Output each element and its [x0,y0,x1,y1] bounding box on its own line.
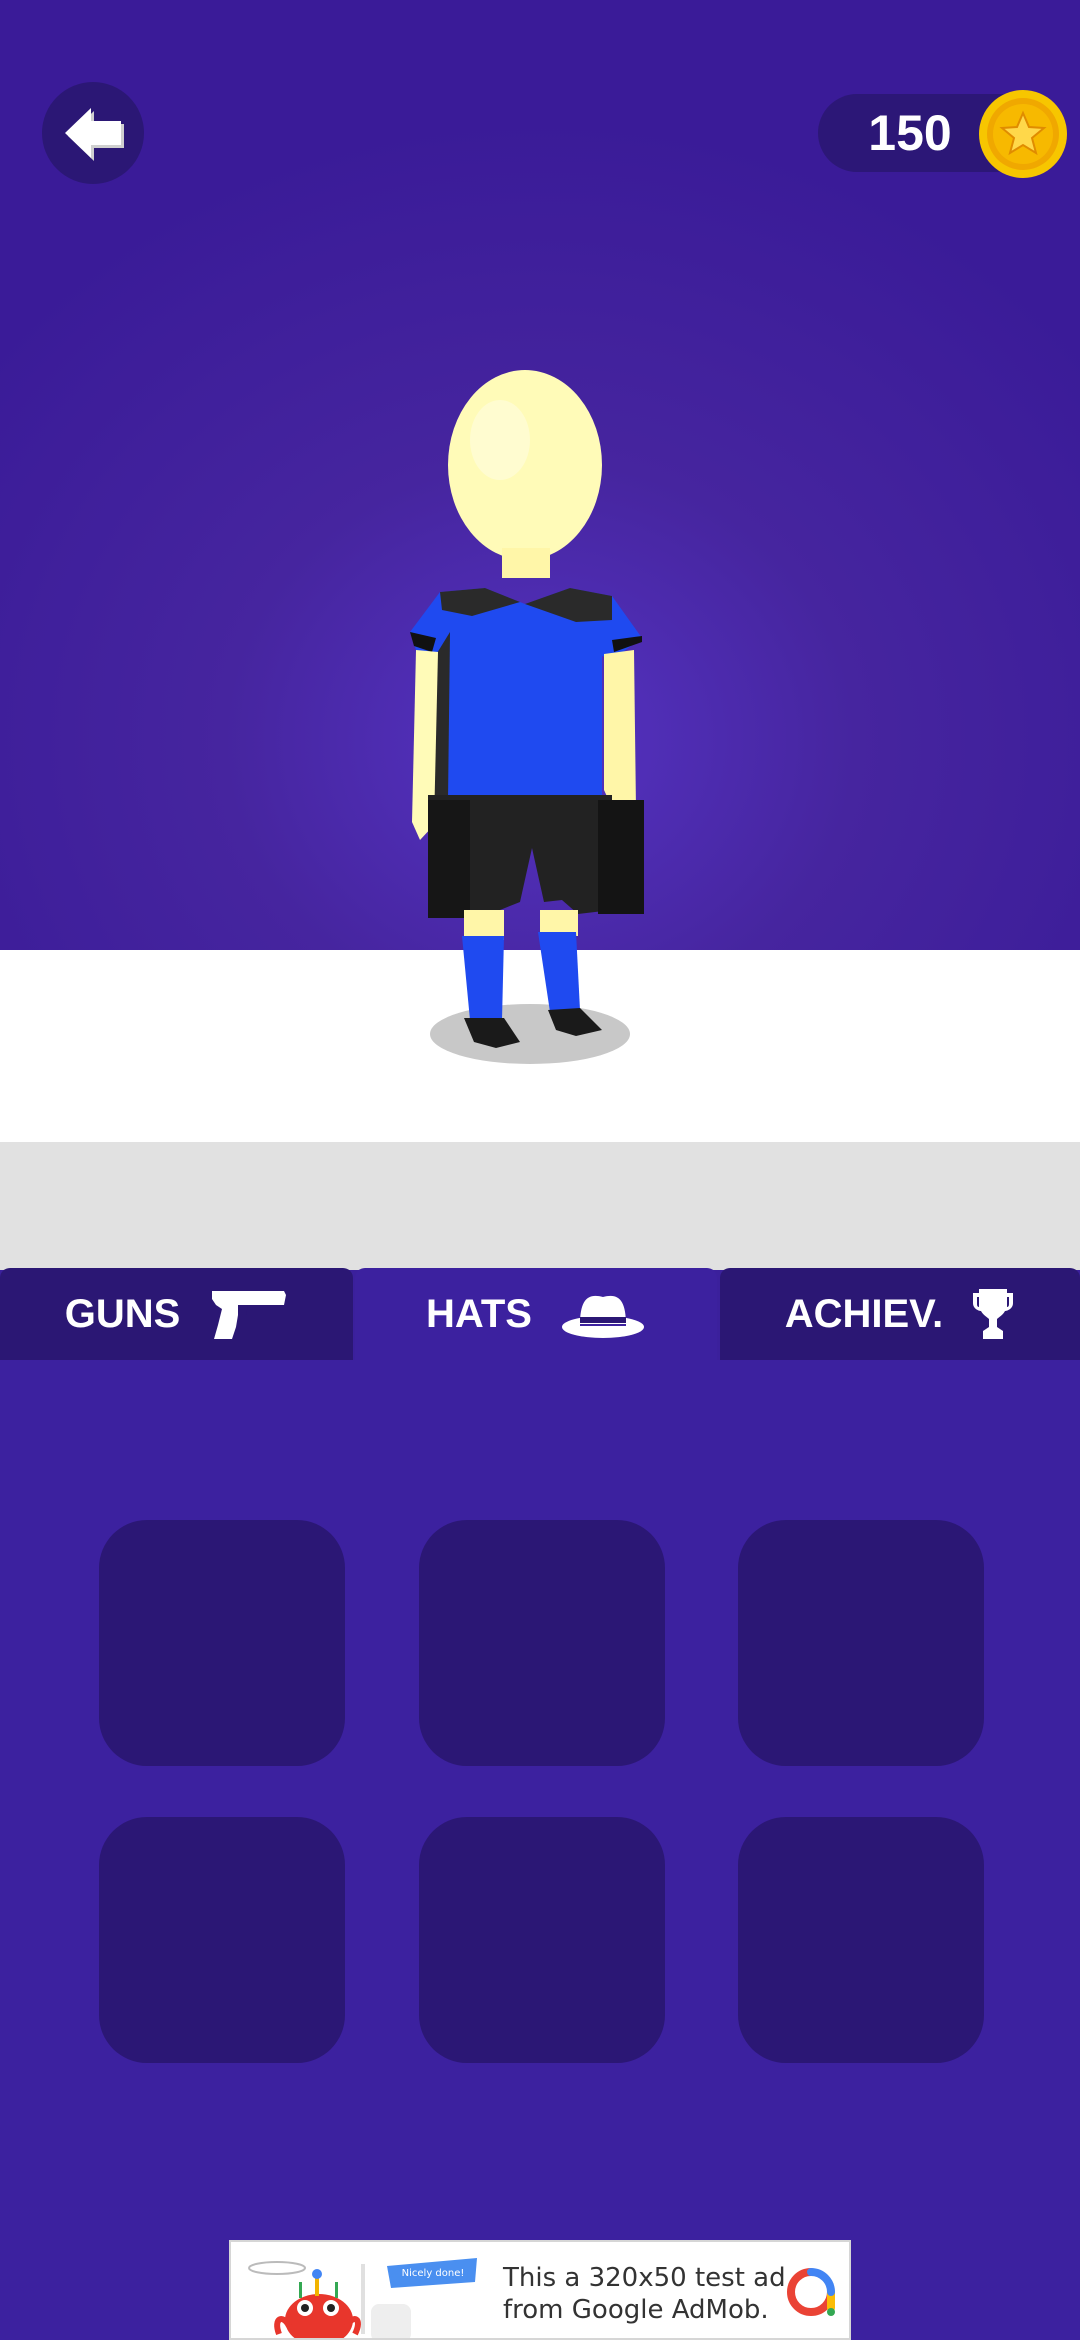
tab-guns-label: GUNS [64,1291,181,1336]
tab-hats-label: HATS [426,1291,532,1336]
admob-logo-icon [787,2268,835,2316]
tab-achievements-label: ACHIEV. [784,1291,944,1336]
tab-achievements[interactable]: ACHIEV. [720,1268,1080,1360]
floor-edge [0,1142,1080,1270]
ad-line-1: This a 320x50 test ad [503,2263,786,2293]
category-tabs: GUNS HATS ACHIEV. [0,1268,1080,1360]
hat-slot-4[interactable] [99,1817,345,2063]
tab-guns[interactable]: GUNS [0,1268,353,1360]
hat-slot-2[interactable] [419,1520,665,1766]
back-arrow-icon [65,108,124,161]
back-button[interactable] [42,82,144,184]
player-character [410,370,644,1064]
tab-hats[interactable]: HATS [355,1268,717,1360]
ad-badge-text: Nicely done! [402,2268,465,2279]
hat-slot-3[interactable] [738,1520,984,1766]
hats-shop-screen: 150 GUNS HATS ACHIEV. Nicely done! This … [0,0,1080,2340]
admob-test-ad-banner[interactable]: Nicely done! This a 320x50 test ad from … [229,2240,851,2340]
hat-slot-5[interactable] [419,1817,665,2063]
ad-text: This a 320x50 test ad from Google AdMob. [503,2262,786,2326]
pistol-icon [212,1291,287,1339]
hat-slot-1[interactable] [99,1520,345,1766]
coin-amount: 150 [868,105,952,161]
hat-slot-6[interactable] [738,1817,984,2063]
gold-star-coin-icon [979,90,1067,178]
ad-line-2: from Google AdMob. [503,2295,769,2325]
trophy-icon [973,1289,1014,1339]
ad-mascot-illustration: Nicely done! [248,2258,477,2338]
fedora-hat-icon [561,1295,644,1338]
